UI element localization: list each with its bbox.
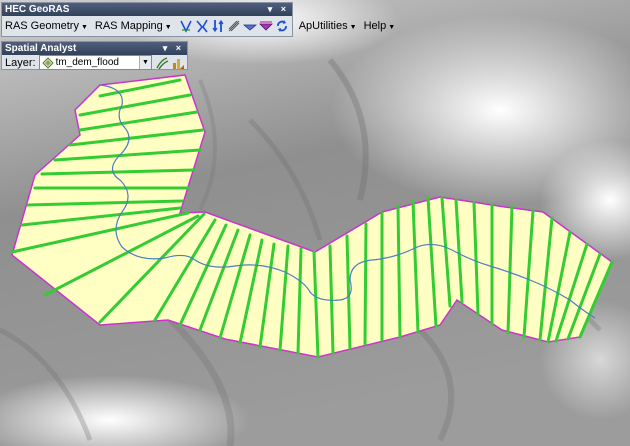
raster-layer-icon — [41, 56, 54, 69]
toolbar-window-controls[interactable]: ▾ × — [268, 3, 289, 16]
menu-label: Help — [363, 20, 387, 32]
toolbar-row: RAS Geometry ▼ RAS Mapping ▼ ApUtilities ▼ … — [2, 16, 395, 36]
cross-section-line — [396, 204, 402, 339]
menu-aputilities[interactable]: ApUtilities ▼ — [299, 20, 357, 32]
caret-down-icon: ▼ — [80, 24, 88, 31]
refresh-tool-icon[interactable] — [275, 19, 289, 34]
toolbar-title: Spatial Analyst — [5, 43, 77, 54]
caret-down-icon: ▼ — [388, 24, 396, 31]
menu-label: ApUtilities — [298, 20, 348, 32]
toolbar-window-controls[interactable]: ▾ × — [163, 42, 184, 55]
menu-ras-geometry[interactable]: RAS Geometry ▼ — [5, 20, 88, 32]
profile-tool-icon[interactable] — [227, 19, 241, 34]
toolbar-title: HEC GeoRAS — [5, 4, 70, 15]
hec-georas-toolbar: HEC GeoRAS ▾ × RAS Geometry ▼ RAS Mapping… — [1, 2, 395, 37]
layer-label: Layer: — [5, 56, 36, 69]
menu-label: RAS Mapping — [94, 20, 163, 32]
cross-section-line — [363, 222, 368, 346]
ineffective-area-tool-icon[interactable] — [258, 19, 273, 34]
caret-down-icon: ▼ — [349, 24, 357, 31]
contour-tool-icon[interactable] — [155, 55, 169, 70]
levee-tool-icon[interactable] — [242, 19, 257, 34]
menu-label: RAS Geometry — [5, 20, 79, 32]
spatial-analyst-toolbar: Spatial Analyst ▾ × Layer: tm_dem_flood … — [1, 41, 188, 70]
flow-path-tool-icon[interactable] — [195, 19, 209, 34]
layer-select[interactable]: tm_dem_flood ▼ — [38, 55, 152, 70]
bank-lines-tool-icon[interactable] — [211, 19, 225, 34]
caret-down-icon: ▼ — [164, 24, 172, 31]
dropdown-arrow-icon[interactable]: ▼ — [139, 56, 151, 69]
histogram-tool-icon[interactable] — [171, 55, 185, 70]
toolbar-row: Layer: tm_dem_flood ▼ — [2, 55, 187, 70]
cross-section-tool-icon[interactable] — [179, 19, 193, 34]
toolbar-title-bar[interactable]: HEC GeoRAS ▾ × — [2, 3, 292, 16]
layer-select-value: tm_dem_flood — [55, 57, 119, 68]
menu-ras-mapping[interactable]: RAS Mapping ▼ — [95, 20, 172, 32]
menu-help[interactable]: Help ▼ — [364, 20, 396, 32]
toolbar-title-bar[interactable]: Spatial Analyst ▾ × — [2, 42, 187, 55]
